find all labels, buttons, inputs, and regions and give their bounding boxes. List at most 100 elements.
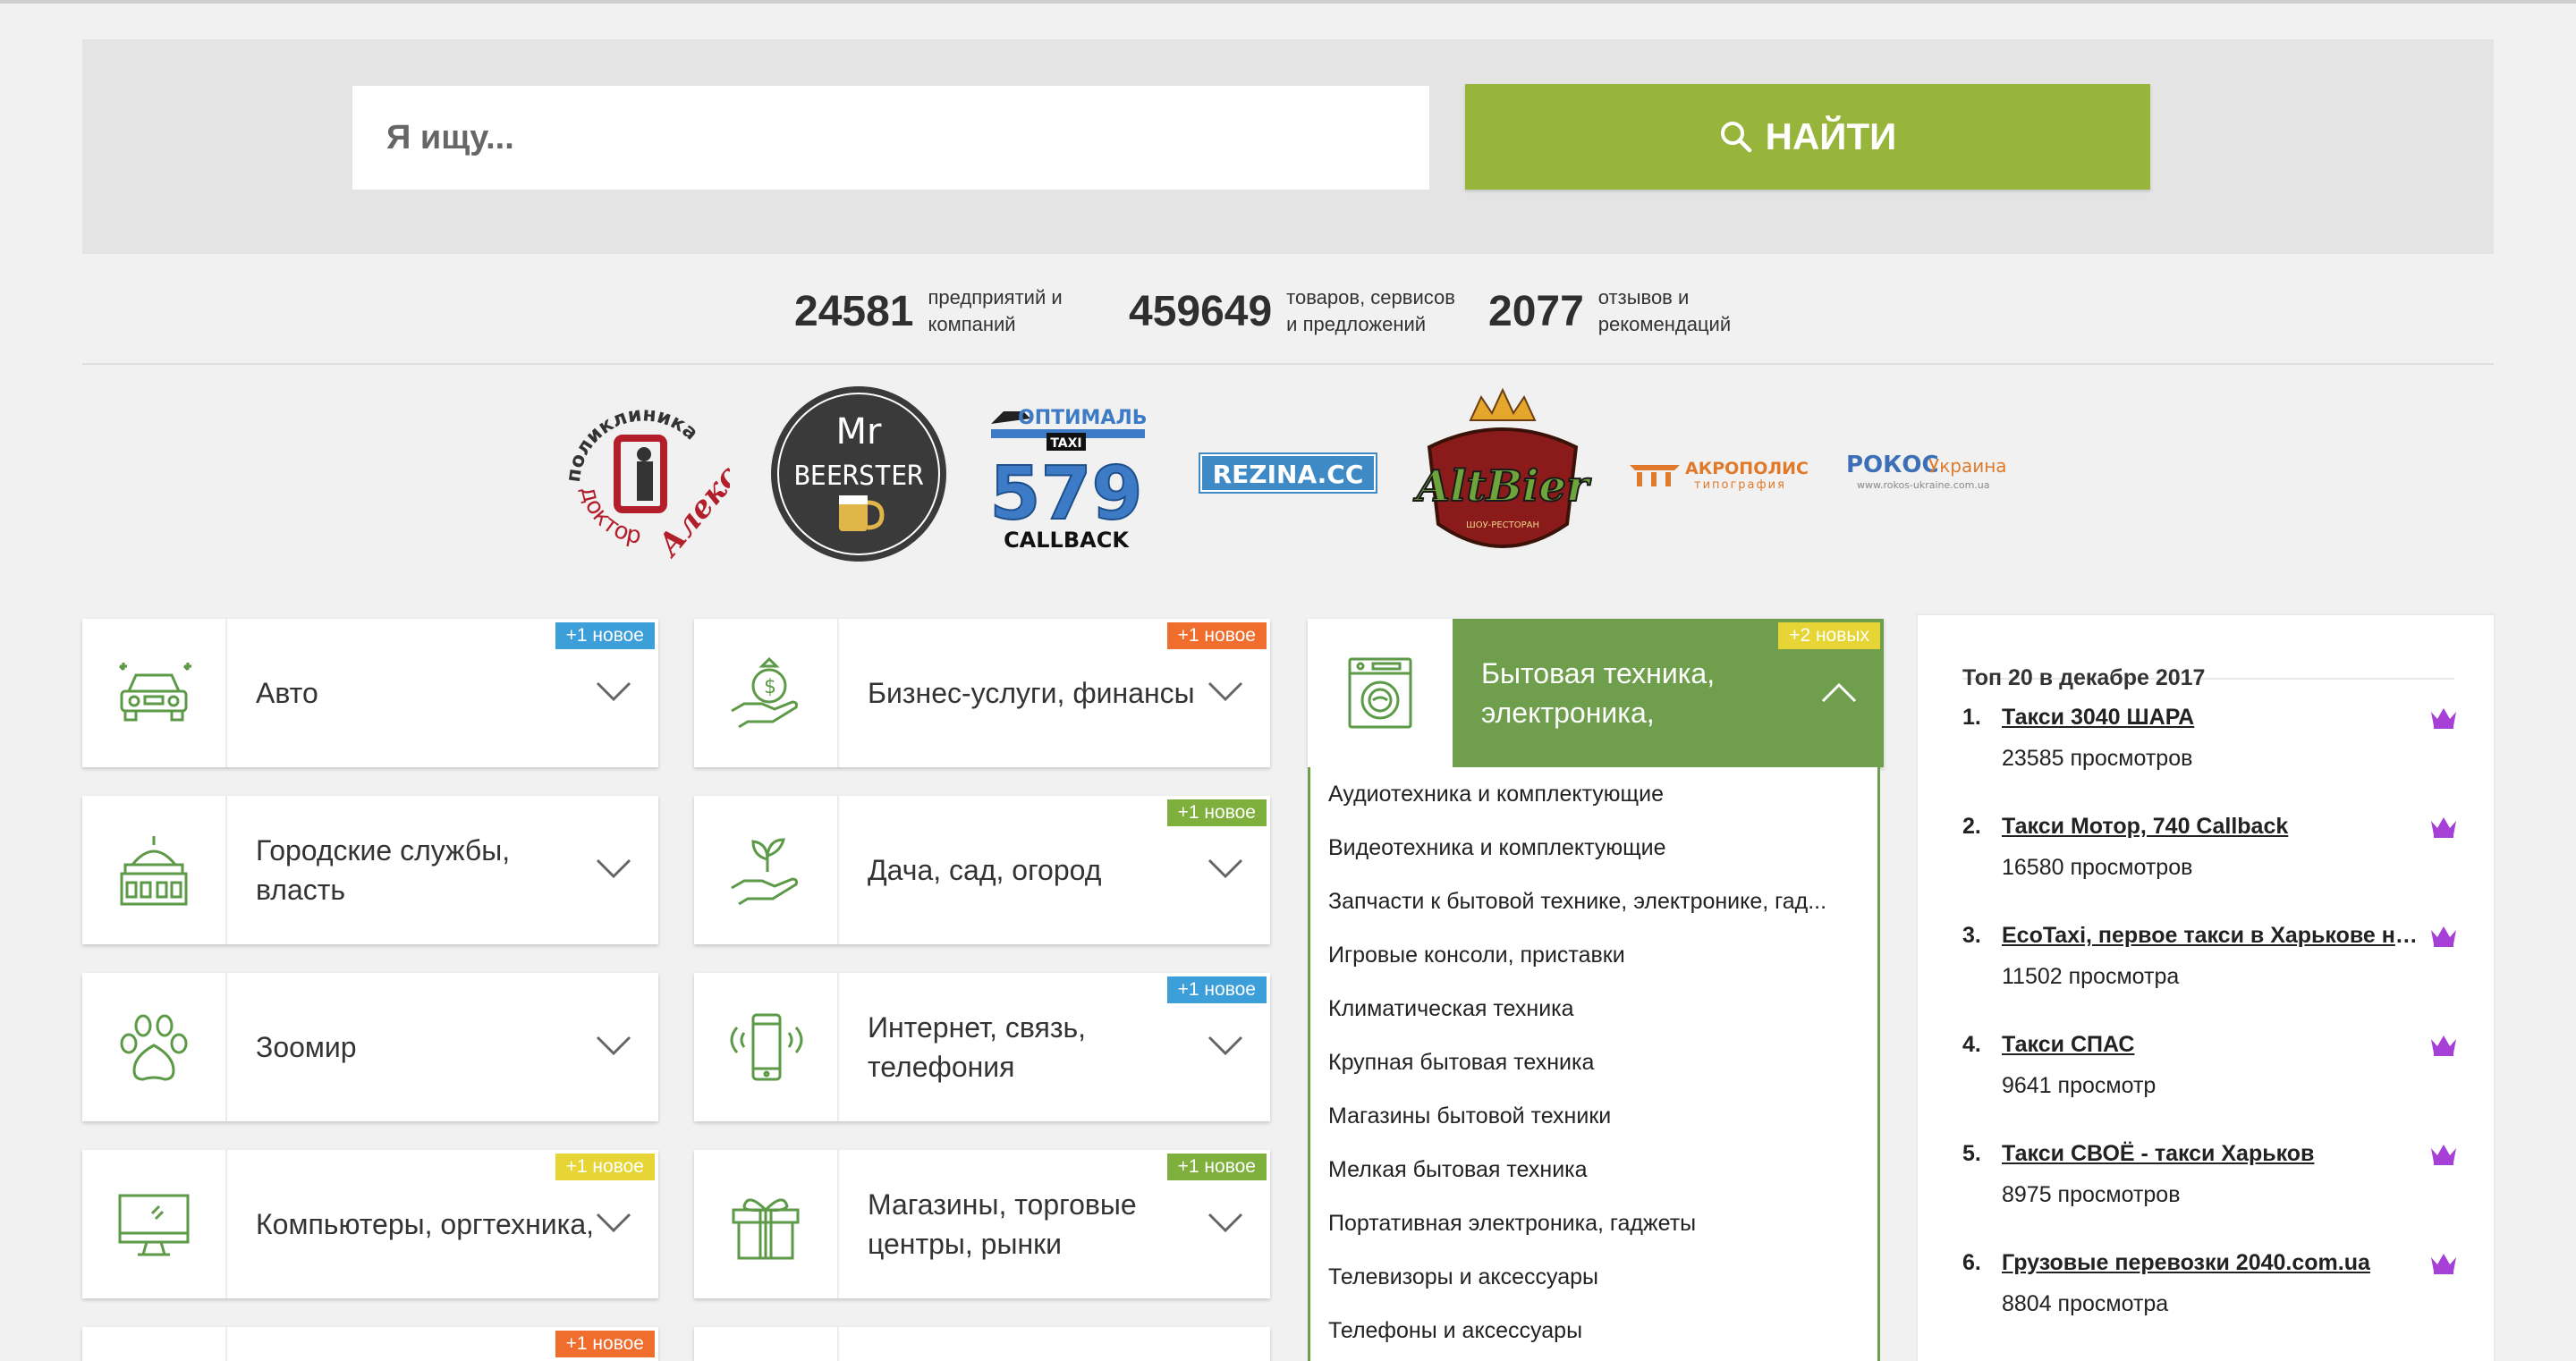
plant-hand-icon — [731, 838, 798, 906]
crown-icon — [2431, 708, 2456, 729]
category-label: Магазины, торговые центры, рынки — [868, 1188, 1137, 1260]
search-button-label: НАЙТИ — [1765, 115, 1897, 157]
top-item-views: 16580 просмотров — [2002, 855, 2193, 880]
top20-panel: Топ 20 в декабре 2017 1. Такси 3040 ШАРА… — [1918, 615, 2494, 1361]
chevron-down-icon[interactable] — [1208, 1036, 1243, 1057]
logo-rezina[interactable]: REZINA.CC — [1199, 451, 1377, 495]
subcategory-item[interactable]: Портативная электроника, гаджеты — [1310, 1196, 1861, 1250]
top-item-views: 23585 просмотров — [2002, 746, 2193, 771]
chevron-down-icon[interactable] — [1208, 1213, 1243, 1234]
category-label: Дача, сад, огород — [868, 854, 1102, 886]
subcategory-item[interactable]: Игровые консоли, приставки — [1310, 928, 1861, 982]
search-button[interactable]: НАЙТИ — [1465, 84, 2150, 190]
logo-altbier[interactable]: AltBier ШОУ-РЕСТОРАН — [1411, 385, 1594, 563]
category-card-shops[interactable]: Магазины, торговые центры, рынки +1 ново… — [694, 1150, 1270, 1298]
top-item-link[interactable]: Такси СПАС — [2002, 1032, 2422, 1058]
chevron-down-icon[interactable] — [596, 1213, 631, 1234]
category-label: Интернет, связь, телефония — [868, 1011, 1087, 1083]
altbier-logo-icon: AltBier ШОУ-РЕСТОРАН — [1412, 387, 1593, 548]
crown-icon — [2431, 817, 2456, 838]
category-label: Авто — [256, 677, 318, 709]
subcategory-item[interactable]: Крупная бытовая техника — [1310, 1036, 1861, 1089]
chevron-down-icon[interactable] — [596, 1036, 631, 1057]
top-item-link[interactable]: Такси 3040 ШАРА — [2002, 705, 2422, 731]
logo-akropolis[interactable]: АКРОПОЛИС типография — [1626, 452, 1809, 494]
new-badge: +1 новое — [555, 1154, 655, 1180]
logo-beerster[interactable]: Mr BEERSTER — [769, 385, 948, 563]
logo-taxi-579[interactable]: ОПТИМАЛЬНЕ TAXI 579 CALLBACK — [984, 397, 1177, 554]
chevron-down-icon[interactable] — [1208, 858, 1243, 880]
top-item-link[interactable]: Такси Мотор, 740 Callback — [2002, 814, 2422, 840]
crown-icon — [2431, 1036, 2456, 1056]
subcategory-item[interactable]: Аудиотехника и комплектующие — [1310, 767, 1861, 821]
category-card-business[interactable]: $ Бизнес-услуги, финансы +1 новое — [694, 619, 1270, 767]
chevron-down-icon[interactable] — [1208, 681, 1243, 703]
top-rank: 2. — [1962, 814, 1981, 839]
subcategory-item[interactable]: Климатическая техника — [1310, 982, 1861, 1036]
category-card-partial[interactable]: +1 новое — [82, 1327, 658, 1361]
doctor-alex-logo-icon: поликлиника доктор Алекс — [563, 403, 747, 564]
category-card-city[interactable]: Городские службы, власть — [82, 796, 658, 944]
top-item-views: 9641 просмотр — [2002, 1073, 2157, 1098]
logo-rokos[interactable]: РОКОС Украина www.rokos-ukraine.com.ua — [1843, 451, 2021, 499]
top-rank: 4. — [1962, 1032, 1981, 1057]
phone-signal-icon — [730, 1013, 803, 1081]
new-badge: +1 новое — [1166, 1154, 1267, 1180]
category-card-partial-2[interactable] — [694, 1327, 1270, 1361]
taxi-bottom-text: CALLBACK — [1004, 528, 1130, 553]
new-badge: +1 новое — [1166, 799, 1267, 826]
stat-products: 459649 товаров, сервисов и предложений — [1129, 284, 1465, 338]
subcategory-item[interactable]: Магазины бытовой техники — [1310, 1089, 1861, 1143]
logo-doctor-alex[interactable]: поликлиника доктор Алекс — [555, 390, 747, 565]
appliances-subcategory-list: Аудиотехника и комплектующие Видеотехник… — [1308, 767, 1880, 1361]
category-label: Зоомир — [256, 1031, 357, 1063]
beerster-line2: BEERSTER — [794, 461, 924, 492]
top-rank: 6. — [1962, 1250, 1981, 1275]
chevron-down-icon[interactable] — [596, 858, 631, 880]
top-rank: 3. — [1962, 923, 1981, 948]
category-card-computers[interactable]: Компьютеры, оргтехника, +1 новое — [82, 1150, 658, 1298]
akropolis-logo-icon: АКРОПОЛИС типография — [1630, 459, 1809, 492]
top-item-link[interactable]: EcoTaxi, первое такси в Харькове на... — [2002, 923, 2422, 949]
category-card-auto[interactable]: Авто +1 новое — [82, 619, 658, 767]
svg-text:доктор: доктор — [575, 483, 644, 549]
stat-reviews: 2077 отзывов и рекомендаций — [1488, 284, 1777, 338]
category-card-appliances[interactable]: Бытовая техника, электроника, +2 новых — [1308, 619, 1884, 767]
rokos-brand: РОКОС — [1846, 452, 1939, 478]
top-item-link[interactable]: Такси СВОЁ - такси Харьков — [2002, 1141, 2422, 1167]
car-icon — [118, 663, 191, 722]
taxi-top-text: ОПТИМАЛЬНЕ — [1018, 407, 1148, 429]
category-card-zoo[interactable]: Зоомир — [82, 973, 658, 1121]
stat-label: товаров, сервисов и предложений — [1286, 286, 1455, 335]
stat-value: 24581 — [794, 287, 914, 335]
category-label: Бизнес-услуги, финансы — [868, 677, 1195, 709]
crown-icon — [2431, 926, 2456, 947]
chevron-up-icon[interactable] — [1821, 681, 1857, 703]
subcategory-item[interactable]: Запчасти к бытовой технике, электронике,… — [1310, 875, 1861, 928]
beerster-logo-icon: Mr BEERSTER — [771, 386, 946, 562]
stats-divider — [82, 363, 2494, 365]
category-card-internet[interactable]: Интернет, связь, телефония +1 новое — [694, 973, 1270, 1121]
svg-text:$: $ — [764, 676, 776, 698]
top-border — [0, 0, 2576, 4]
top20-title: Топ 20 в декабре 2017 — [1962, 665, 2206, 690]
alex-top-text: поликлиника — [563, 403, 702, 484]
svg-text:поликлиника: поликлиника — [563, 403, 702, 484]
government-building-icon — [120, 836, 188, 906]
new-badge: +1 новое — [1166, 976, 1267, 1003]
money-hand-icon: $ — [731, 656, 798, 729]
subcategory-item[interactable]: Мелкая бытовая техника — [1310, 1143, 1861, 1196]
washing-machine-icon — [1348, 657, 1412, 729]
top-item-link[interactable]: Грузовые перевозки 2040.com.ua — [2002, 1250, 2422, 1276]
subcategory-item[interactable]: Телевизоры и аксессуары — [1310, 1250, 1861, 1304]
chevron-down-icon[interactable] — [596, 681, 631, 703]
category-card-garden[interactable]: Дача, сад, огород +1 новое — [694, 796, 1270, 944]
stat-value: 2077 — [1488, 287, 1584, 335]
altbier-sub: ШОУ-РЕСТОРАН — [1466, 520, 1539, 530]
category-label: Бытовая техника, электроника, — [1481, 657, 1716, 729]
search-input[interactable] — [352, 86, 1429, 190]
subcategory-item[interactable]: Видеотехника и комплектующие — [1310, 821, 1861, 875]
subcategory-item[interactable]: Телефоны и аксессуары — [1310, 1304, 1861, 1357]
monitor-icon — [118, 1194, 190, 1256]
rezina-text: REZINA.CC — [1213, 460, 1364, 489]
